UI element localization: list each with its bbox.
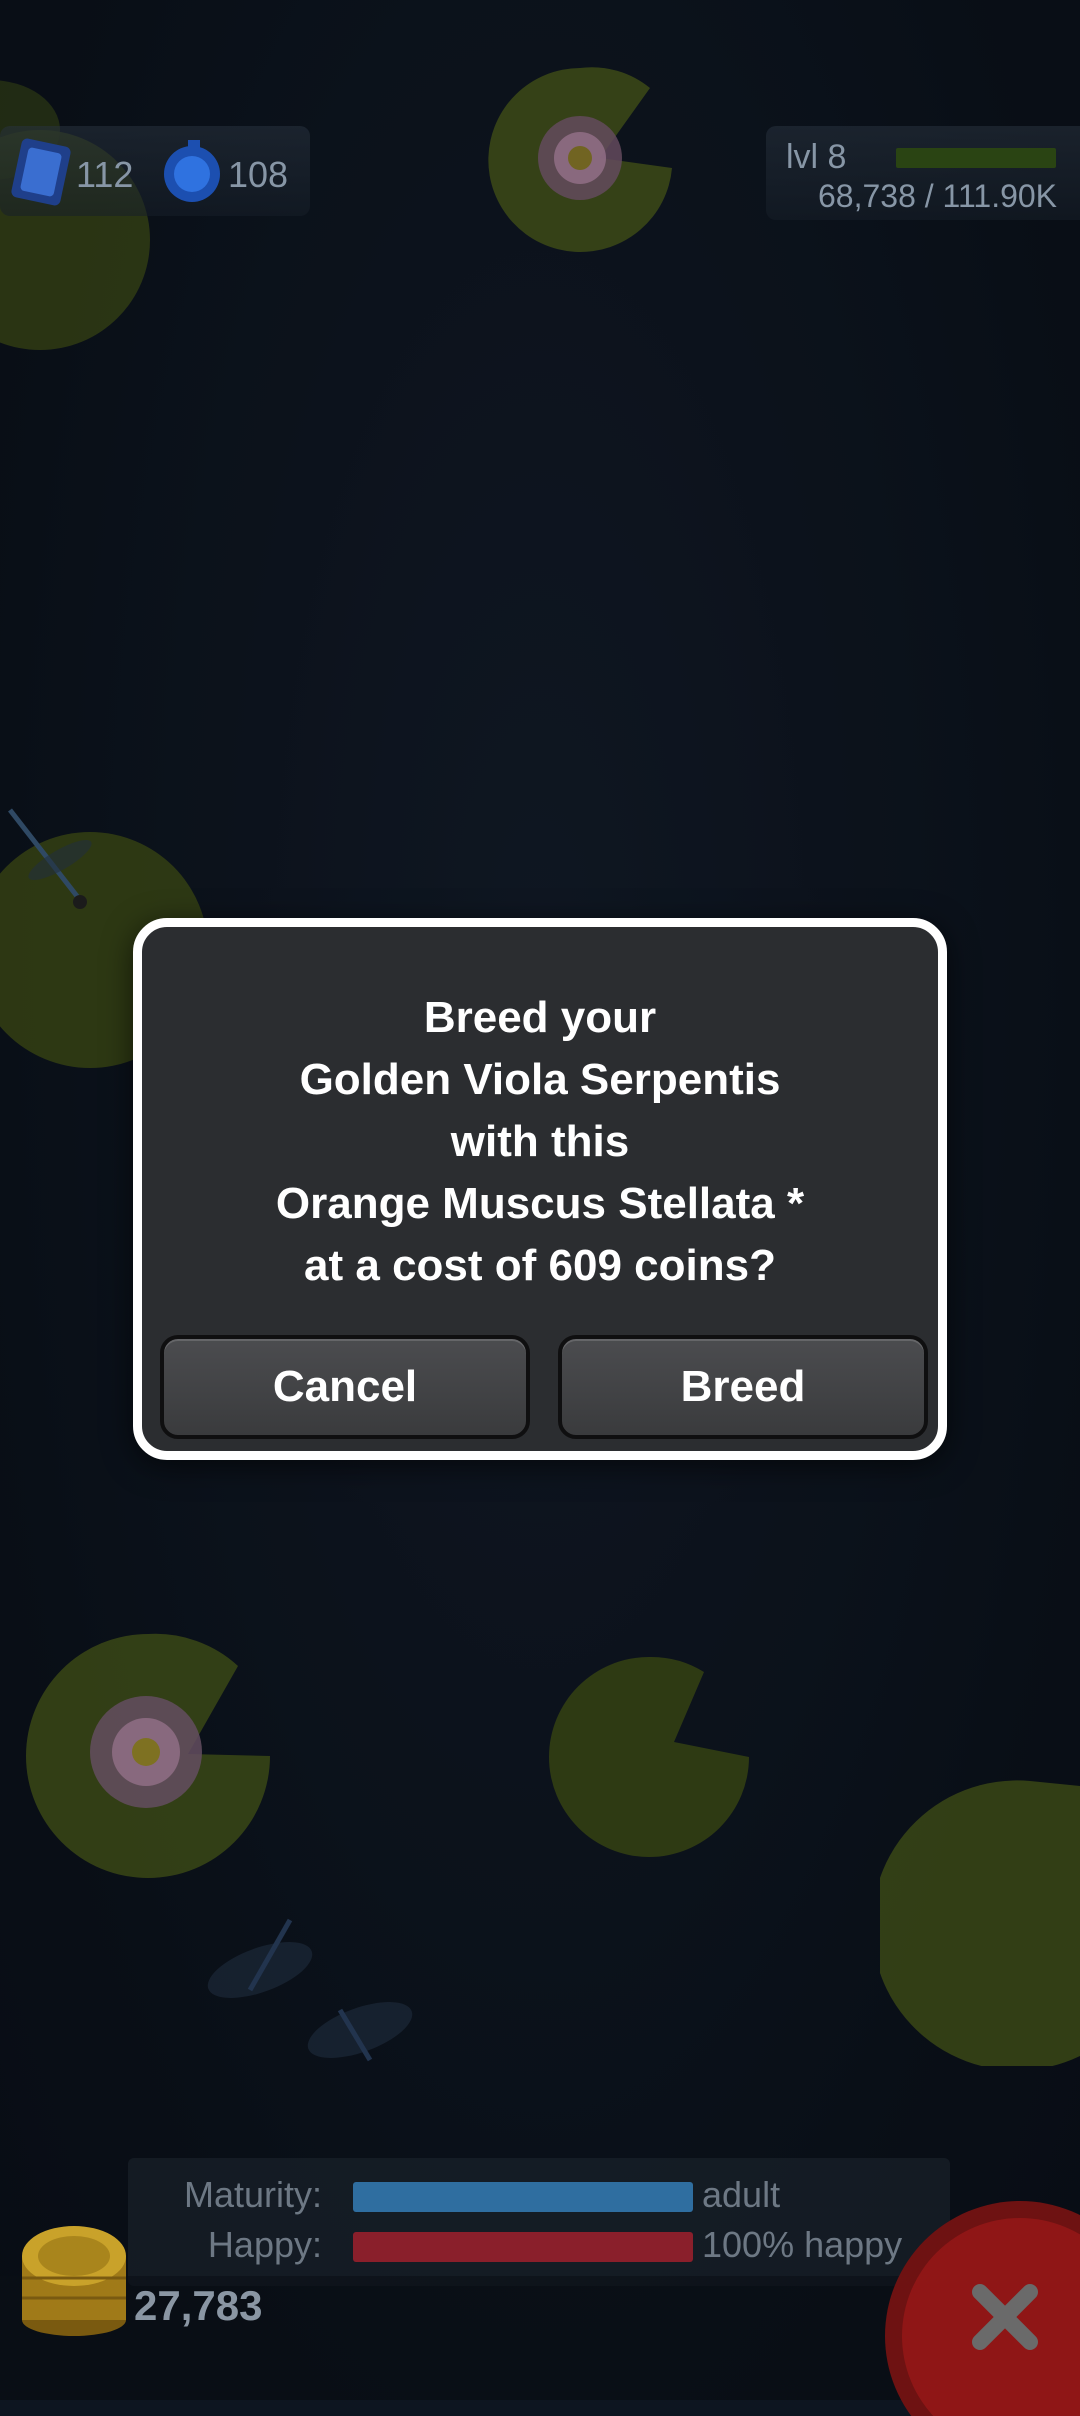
close-icon[interactable] [880,2196,1080,2416]
dialog-line-1: Breed your [423,993,657,1042]
maturity-value: adult [702,2174,781,2215]
potion-count: 108 [228,154,289,195]
xp-progress-bar [896,148,1056,168]
dialog-line-2: Golden Viola Serpentis [299,1055,781,1104]
coin-stack-icon [22,2226,126,2336]
maturity-bar [353,2182,693,2212]
coin-count: 27,783 [134,2282,263,2329]
cancel-button[interactable]: Cancel [160,1335,530,1439]
xp-text: 68,738 / 111.90K [818,178,1058,214]
dialog-line-4: Orange Muscus Stellata * [275,1179,805,1228]
maturity-label: Maturity: [183,2174,322,2215]
happy-label: Happy: [207,2224,322,2265]
dialog-line-5: at a cost of 609 coins? [304,1241,776,1290]
breed-dialog: Breed your Golden Viola Serpentis with t… [133,918,947,1460]
gem-icon [11,138,71,206]
potion-icon [164,140,220,202]
dialog-line-3: with this [450,1117,630,1166]
happy-bar [353,2232,693,2262]
breed-button[interactable]: Breed [558,1335,928,1439]
gem-count: 112 [76,154,134,195]
level-label: lvl 8 [786,138,847,176]
happy-value: 100% happy [702,2224,903,2265]
